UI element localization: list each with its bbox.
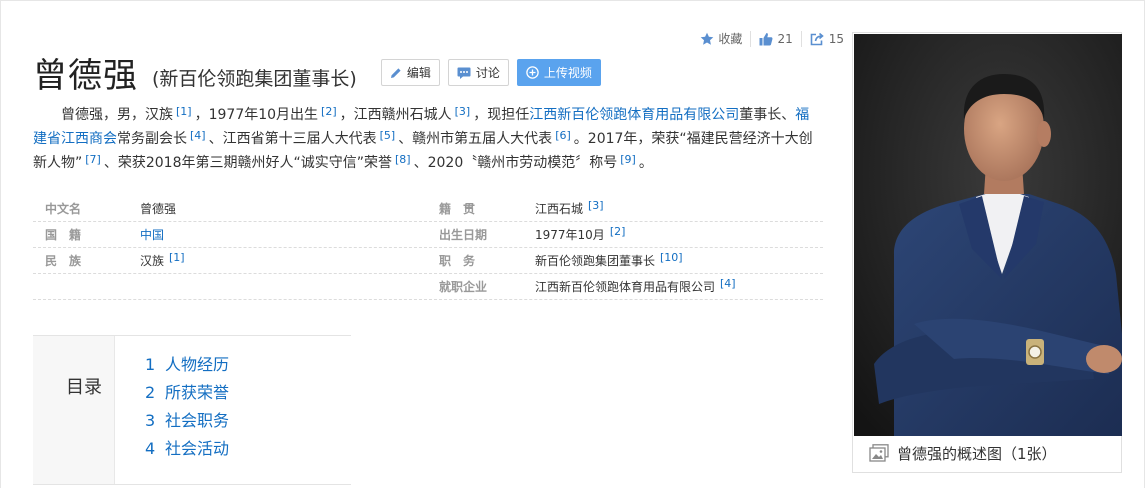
chinese-name-value: 曾德强: [140, 202, 177, 216]
infobox: 中文名 曾德强 籍 贯 江西石城 [3] 国 籍 中国 出生日期 1977年10月…: [33, 196, 823, 300]
reference-link[interactable]: [6]: [555, 129, 571, 142]
plus-circle-icon: [526, 66, 539, 79]
toc-item-number: 3: [145, 411, 156, 430]
reference-link[interactable]: [4]: [190, 129, 206, 142]
toc-item[interactable]: 2 所获荣誉: [145, 382, 229, 410]
reference-link[interactable]: [3]: [455, 105, 471, 118]
toc-item-label: 社会活动: [165, 439, 230, 458]
toc-item-label: 人物经历: [165, 355, 230, 374]
favorite-label: 收藏: [718, 32, 743, 46]
infobox-row: 就职企业 江西新百伦领跑体育用品有限公司 [4]: [33, 274, 823, 300]
summary-text: 董事长、: [739, 107, 796, 123]
summary-text: 曾德强，男，汉族: [61, 107, 173, 123]
chat-icon: [457, 67, 471, 79]
page-title: 曾德强: [33, 56, 138, 96]
summary-text: 。: [638, 155, 653, 171]
summary-text: ，现担任: [473, 107, 530, 123]
toc-title-box: 目录: [33, 336, 115, 484]
infobox-row: 民 族 汉族 [1] 职 务 新百伦领跑集团董事长 [10]: [33, 248, 823, 274]
reference-link[interactable]: [10]: [660, 251, 683, 264]
share-button[interactable]: 15: [810, 32, 844, 46]
reference-link[interactable]: [2]: [610, 225, 626, 238]
portrait-photo[interactable]: [854, 34, 1122, 436]
nationality-link[interactable]: 中国: [140, 226, 164, 243]
summary-paragraph: 曾德强，男，汉族 [1] ，1977年10月出生 [2] ，江西赣州石城人 [3] ，现担任…: [33, 103, 823, 175]
infobox-row: 国 籍 中国 出生日期 1977年10月 [2]: [33, 222, 823, 248]
reference-link[interactable]: [5]: [380, 129, 396, 142]
table-of-contents: 目录 1 人物经历 2 所获荣誉 3 社会职务 4 社会活动: [33, 335, 351, 485]
photo-caption[interactable]: 曾德强的概述图（1张）: [853, 434, 1121, 472]
summary-text: 、2020〝赣州市劳动模范〞称号: [413, 155, 618, 171]
position-label: 职 务: [439, 254, 476, 268]
divider: [800, 30, 802, 47]
share-icon: [810, 32, 824, 45]
summary-text: 、荣获2018年第三期赣州好人“诚实守信”荣誉: [103, 155, 392, 171]
reference-link[interactable]: [4]: [720, 277, 736, 290]
reference-link[interactable]: [7]: [85, 153, 101, 166]
company-link[interactable]: 江西新百伦领跑体育用品有限公司: [529, 107, 739, 123]
like-button[interactable]: 21: [759, 31, 793, 46]
discuss-label: 讨论: [475, 66, 500, 80]
toc-item[interactable]: 4 社会活动: [145, 438, 229, 466]
company-text: 江西新百伦领跑体育用品有限公司: [535, 280, 716, 294]
summary-text: ，1977年10月出生: [194, 107, 319, 123]
native-place-label: 籍 贯: [439, 202, 476, 216]
favorite-button[interactable]: 收藏: [700, 30, 742, 47]
top-actions: 收藏 21 15: [700, 30, 844, 47]
photo-panel: 曾德强的概述图（1张）: [852, 32, 1122, 473]
photo-caption-text: 曾德强的概述图（1张）: [897, 444, 1057, 463]
page-subtitle: (新百伦领跑集团董事长): [152, 68, 357, 90]
infobox-row: 中文名 曾德强 籍 贯 江西石城 [3]: [33, 196, 823, 222]
toc-item-number: 1: [145, 355, 156, 374]
toc-list: 1 人物经历 2 所获荣誉 3 社会职务 4 社会活动: [145, 354, 230, 466]
chinese-name-label: 中文名: [45, 202, 82, 216]
position-value: 新百伦领跑集团董事长 [10]: [535, 251, 683, 269]
like-count: 21: [777, 31, 793, 46]
toc-item[interactable]: 1 人物经历: [145, 354, 229, 382]
native-place-value: 江西石城 [3]: [535, 199, 604, 217]
toc-item-label: 社会职务: [165, 411, 230, 430]
toc-item[interactable]: 3 社会职务: [145, 410, 229, 438]
reference-link[interactable]: [9]: [620, 153, 636, 166]
toc-title: 目录: [66, 377, 102, 398]
share-count: 15: [828, 31, 844, 46]
toc-item-number: 2: [145, 383, 156, 402]
company-label: 就职企业: [439, 280, 488, 294]
summary-text: 、江西省第十三届人大代表: [208, 131, 377, 147]
discuss-button[interactable]: 讨论: [447, 59, 509, 86]
summary-text: 、赣州市第五届人大代表: [398, 131, 553, 147]
birth-date-text: 1977年10月: [535, 228, 605, 242]
edit-label: 编辑: [406, 66, 431, 80]
reference-link[interactable]: [8]: [395, 153, 411, 166]
toc-item-label: 所获荣誉: [165, 383, 230, 402]
ethnicity-text: 汉族: [140, 254, 165, 268]
star-icon: [701, 32, 714, 45]
title-row: 曾德强 (新百伦领跑集团董事长) 编辑 讨论 上传视频: [33, 48, 601, 97]
ethnicity-value: 汉族 [1]: [140, 251, 185, 269]
reference-link[interactable]: [1]: [169, 251, 185, 264]
toc-item-number: 4: [145, 439, 156, 458]
upload-video-button[interactable]: 上传视频: [516, 59, 601, 86]
birth-date-label: 出生日期: [439, 228, 488, 242]
reference-link[interactable]: [3]: [588, 199, 604, 212]
divider: [750, 30, 752, 47]
company-value: 江西新百伦领跑体育用品有限公司 [4]: [535, 277, 736, 295]
summary-text: 常务副会长: [117, 131, 187, 147]
edit-button[interactable]: 编辑: [380, 59, 440, 86]
pencil-icon: [390, 67, 402, 79]
native-place-text: 江西石城: [535, 202, 584, 216]
ethnicity-label: 民 族: [45, 254, 82, 268]
thumbs-up-icon: [759, 32, 773, 45]
image-icon: [869, 444, 889, 462]
summary-text: ，江西赣州石城人: [339, 107, 452, 123]
birth-date-value: 1977年10月 [2]: [535, 225, 626, 243]
position-text: 新百伦领跑集团董事长: [535, 254, 656, 268]
upload-video-label: 上传视频: [543, 66, 592, 80]
reference-link[interactable]: [1]: [176, 105, 192, 118]
reference-link[interactable]: [2]: [321, 105, 337, 118]
nationality-label: 国 籍: [45, 228, 82, 242]
